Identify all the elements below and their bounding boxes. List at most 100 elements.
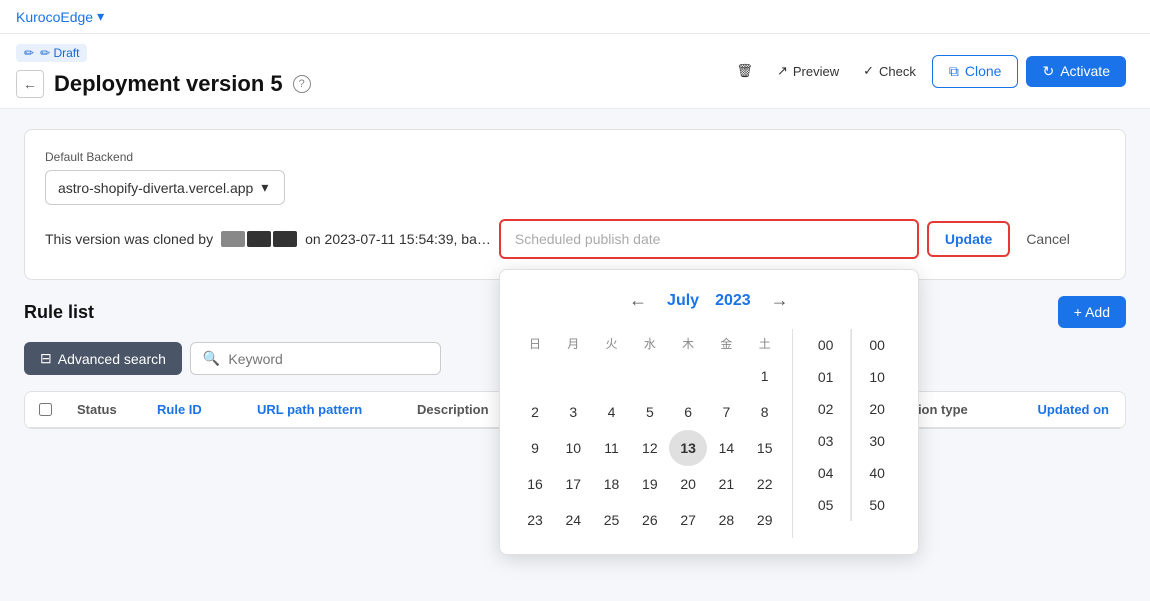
calendar-day-cell — [516, 358, 554, 394]
activate-icon: ↻ — [1042, 63, 1054, 80]
add-rule-label: + Add — [1074, 304, 1110, 320]
minute-item[interactable]: 10 — [852, 361, 902, 393]
keyword-search-wrapper: 🔍 — [190, 342, 441, 375]
hour-item[interactable]: 05 — [801, 489, 851, 521]
page-header: ✏ ✏ Draft ← Deployment version 5 ? 🗑 ↗ P… — [0, 34, 1150, 109]
filter-icon: ⊟ — [40, 350, 52, 367]
header-left: ✏ ✏ Draft ← Deployment version 5 ? — [16, 44, 311, 98]
avatar-group — [221, 231, 297, 247]
calendar-day-cell — [631, 358, 669, 394]
calendar-year[interactable]: 2023 — [715, 292, 751, 310]
preview-button[interactable]: ↗ Preview — [769, 59, 847, 83]
minutes-column: 001020304050 — [852, 329, 902, 521]
calendar-day-cell[interactable]: 10 — [554, 430, 592, 466]
calendar-day-cell[interactable]: 9 — [516, 430, 554, 466]
cancel-button[interactable]: Cancel — [1018, 223, 1078, 255]
activate-label: Activate — [1060, 63, 1110, 79]
calendar-day-cell[interactable]: 19 — [631, 466, 669, 502]
calendar-day-cell[interactable]: 13 — [669, 430, 707, 466]
scheduled-date-input[interactable] — [499, 219, 919, 259]
calendar-day-cell[interactable]: 28 — [707, 502, 745, 538]
calendar-weekday-cell: 木 — [669, 329, 707, 358]
calendar-day-cell[interactable]: 21 — [707, 466, 745, 502]
calendar-day-cell[interactable]: 26 — [631, 502, 669, 538]
calendar-dropdown: ← July 2023 → — [499, 269, 919, 555]
backend-select[interactable]: astro-shopify-diverta.vercel.app ▾ — [45, 170, 285, 205]
calendar-weekday-cell: 火 — [592, 329, 630, 358]
add-rule-button[interactable]: + Add — [1058, 296, 1126, 328]
calendar-day-cell[interactable]: 4 — [592, 394, 630, 430]
hour-item[interactable]: 03 — [801, 425, 851, 457]
calendar-prev-button[interactable]: ← — [625, 286, 651, 315]
calendar-weekday-cell: 日 — [516, 329, 554, 358]
calendar-day-cell — [669, 358, 707, 394]
select-all-checkbox-wrapper — [25, 403, 65, 416]
calendar-day-cell[interactable]: 5 — [631, 394, 669, 430]
scheduled-area: ← July 2023 → — [499, 219, 1105, 259]
calendar-day-cell[interactable]: 15 — [746, 430, 784, 466]
app-name-link[interactable]: KurocoEdge ▾ — [16, 8, 104, 25]
hour-item[interactable]: 02 — [801, 393, 851, 425]
activate-button[interactable]: ↻ Activate — [1026, 56, 1126, 87]
backend-card: Default Backend astro-shopify-diverta.ve… — [24, 129, 1126, 280]
calendar-day-cell[interactable]: 2 — [516, 394, 554, 430]
minute-item[interactable]: 30 — [852, 425, 902, 457]
calendar-day-cell[interactable]: 14 — [707, 430, 745, 466]
avatar-2 — [247, 231, 271, 247]
calendar-day-cell[interactable]: 16 — [516, 466, 554, 502]
calendar-day-cell[interactable]: 24 — [554, 502, 592, 538]
time-columns: 000102030405 001020304050 — [801, 329, 902, 521]
clone-button[interactable]: ⧉ Clone — [932, 55, 1019, 88]
calendar-day-cell[interactable]: 29 — [746, 502, 784, 538]
calendar-day-cell[interactable]: 8 — [746, 394, 784, 430]
calendar-day-cell[interactable]: 17 — [554, 466, 592, 502]
calendar-month[interactable]: July — [667, 292, 699, 310]
calendar-day-cell — [554, 358, 592, 394]
delete-button[interactable]: 🗑 — [728, 59, 761, 83]
rule-list-title: Rule list — [24, 302, 94, 323]
calendar-grid: 日月火水木金土 12345678910111213141516171819202… — [516, 329, 784, 538]
calendar-week-row: 16171819202122 — [516, 466, 784, 502]
hour-item[interactable]: 04 — [801, 457, 851, 489]
hour-item[interactable]: 01 — [801, 361, 851, 393]
calendar-day-cell[interactable]: 11 — [592, 430, 630, 466]
calendar-day-cell[interactable]: 7 — [707, 394, 745, 430]
calendar-next-button[interactable]: → — [767, 286, 793, 315]
calendar-day-cell[interactable]: 3 — [554, 394, 592, 430]
help-icon[interactable]: ? — [293, 75, 311, 93]
calendar-day-cell[interactable]: 22 — [746, 466, 784, 502]
external-link-icon: ↗ — [777, 63, 788, 79]
calendar-day-cell[interactable]: 25 — [592, 502, 630, 538]
calendar-day-cell[interactable]: 20 — [669, 466, 707, 502]
minute-item[interactable]: 00 — [852, 329, 902, 361]
back-button[interactable]: ← — [16, 70, 44, 98]
advanced-search-button[interactable]: ⊟ Advanced search — [24, 342, 182, 375]
minute-item[interactable]: 20 — [852, 393, 902, 425]
backend-label: Default Backend — [45, 150, 1105, 164]
keyword-input[interactable] — [228, 351, 428, 367]
update-button[interactable]: Update — [927, 221, 1010, 257]
draft-icon: ✏ — [24, 46, 34, 60]
calendar-header: ← July 2023 → — [516, 286, 902, 315]
th-url-path-pattern[interactable]: URL path pattern — [245, 402, 405, 417]
clone-info-prefix: This version was cloned by — [45, 231, 213, 247]
calendar-day-cell[interactable]: 6 — [669, 394, 707, 430]
hour-item[interactable]: 00 — [801, 329, 851, 361]
calendar-day-cell[interactable]: 12 — [631, 430, 669, 466]
calendar-day-cell[interactable]: 27 — [669, 502, 707, 538]
th-rule-id[interactable]: Rule ID — [145, 402, 245, 417]
page-title: Deployment version 5 — [54, 71, 283, 97]
th-updated-on[interactable]: Updated on — [1005, 402, 1125, 417]
back-icon: ← — [23, 76, 37, 92]
check-button[interactable]: ✓ Check — [855, 59, 924, 83]
calendar-body-rows: 1234567891011121314151617181920212223242… — [516, 358, 784, 538]
backend-arrow-icon: ▾ — [261, 179, 268, 196]
calendar-day-cell[interactable]: 23 — [516, 502, 554, 538]
select-all-checkbox[interactable] — [39, 403, 52, 416]
minute-item[interactable]: 50 — [852, 489, 902, 521]
calendar-day-cell — [592, 358, 630, 394]
calendar-day-cell[interactable]: 1 — [746, 358, 784, 394]
minute-item[interactable]: 40 — [852, 457, 902, 489]
calendar-day-cell[interactable]: 18 — [592, 466, 630, 502]
calendar-weekday-cell: 月 — [554, 329, 592, 358]
